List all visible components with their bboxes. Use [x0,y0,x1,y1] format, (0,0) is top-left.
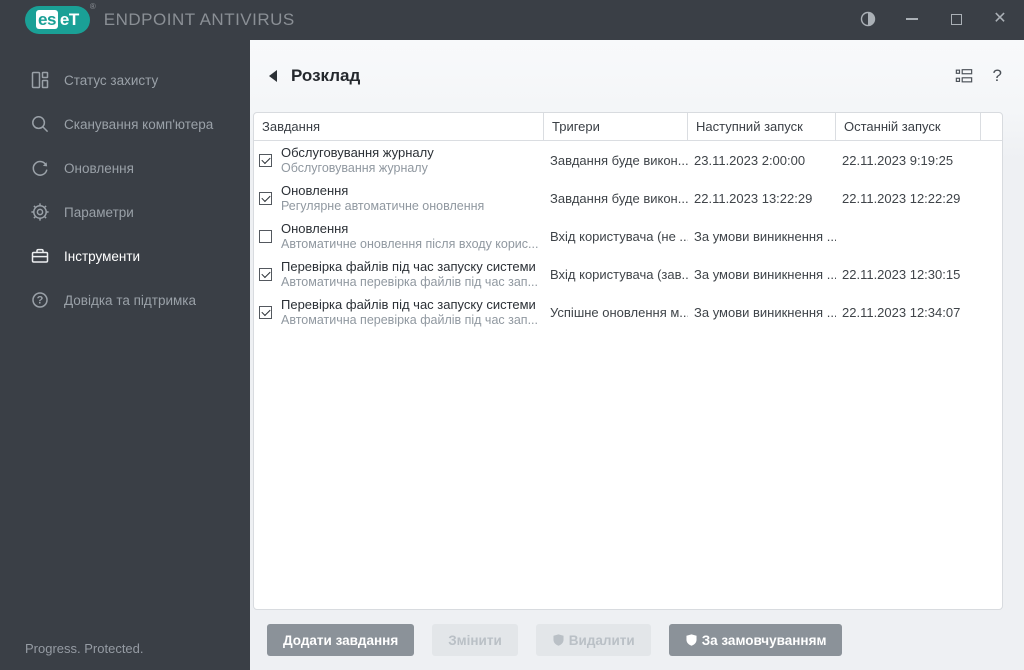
registered-mark: ® [89,2,96,11]
task-description: Обслуговування журналу [281,160,428,175]
task-last-run: 22.11.2023 12:22:29 [842,190,961,206]
task-next-run: За умови виникнення ... [694,266,836,282]
edit-button[interactable]: Змінити [432,624,518,656]
back-icon[interactable] [267,68,281,84]
task-trigger: Вхід користувача (зав... [550,266,688,282]
task-cell: Оновлення Регулярне автоматичне оновленн… [254,183,544,214]
edit-button-label: Змінити [448,632,502,648]
default-button[interactable]: За замовчуванням [668,624,843,656]
task-checkbox[interactable] [259,267,272,281]
close-icon[interactable]: ✕ [978,0,1022,38]
task-next-run: 23.11.2023 2:00:00 [694,152,806,168]
task-cell: Перевірка файлів під час запуску системи… [254,297,544,328]
column-header-next-run[interactable]: Наступний запуск [688,113,836,141]
task-name: Оновлення [281,182,349,198]
add-task-button[interactable]: Додати завдання [267,624,415,656]
task-next-run: За умови виникнення ... [694,228,836,244]
column-header-spacer [981,113,1002,141]
table-header: Завдання Тригери Наступний запуск Останн… [254,113,1002,141]
schedule-table: Завдання Тригери Наступний запуск Останн… [253,112,1003,610]
refresh-icon [30,158,50,178]
main-content: Розклад ? Завдання Тригери Наступний зап… [250,40,1024,670]
delete-button-label: Видалити [568,632,635,648]
shield-icon [552,633,565,647]
task-last-run: 22.11.2023 12:30:15 [842,266,961,282]
task-cell: Оновлення Автоматичне оновлення після вх… [254,221,544,252]
sidebar-item-protection-status[interactable]: Статус захисту [0,58,250,102]
task-trigger: Завдання буде викон... [550,152,688,168]
sidebar-item-label: Оновлення [64,160,134,176]
task-name: Перевірка файлів під час запуску системи [281,296,536,312]
help-circle-icon: ? [30,290,50,310]
product-title: ENDPOINT ANTIVIRUS [103,10,295,29]
window-controls: ✕ [846,0,1022,38]
column-header-last-run[interactable]: Останній запуск [836,113,981,141]
sidebar-item-help-support[interactable]: ? Довідка та підтримка [0,278,250,322]
brand-tagline: Progress. Protected. [25,641,144,656]
details-view-icon[interactable] [955,67,973,85]
task-last-run: 22.11.2023 9:19:25 [842,152,954,168]
toolbox-icon [30,246,50,266]
task-trigger: Завдання буде викон... [550,190,688,206]
task-description: Автоматична перевірка файлів під час зап… [281,274,538,289]
svg-text:?: ? [37,295,44,307]
table-row[interactable]: Перевірка файлів під час запуску системи… [254,293,1002,331]
help-icon[interactable]: ? [993,66,1002,86]
task-checkbox[interactable] [259,191,272,205]
action-button-bar: Додати завдання Змінити Видалити За замо… [250,610,1024,670]
sidebar: Статус захисту Сканування комп'ютера Оно… [0,40,250,670]
add-task-button-label: Додати завдання [283,632,399,648]
column-header-task[interactable]: Завдання [254,113,544,141]
task-description: Автоматична перевірка файлів під час зап… [281,312,538,327]
page-title: Розклад [291,66,361,85]
table-body: Обслуговування журналу Обслуговування жу… [254,141,1002,331]
delete-button[interactable]: Видалити [535,624,651,656]
task-description: Автоматичне оновлення після входу корис.… [281,236,539,251]
sidebar-item-label: Параметри [64,204,134,220]
sidebar-nav: Статус захисту Сканування комп'ютера Оно… [0,40,250,322]
task-name: Перевірка файлів під час запуску системи [281,258,536,274]
task-last-run: 22.11.2023 12:34:07 [842,304,961,320]
eset-logo: es eT ® [25,2,96,34]
task-checkbox[interactable] [259,229,272,243]
sidebar-item-update[interactable]: Оновлення [0,146,250,190]
maximize-icon[interactable] [934,0,978,38]
sidebar-item-computer-scan[interactable]: Сканування комп'ютера [0,102,250,146]
task-cell: Обслуговування журналу Обслуговування жу… [254,145,544,176]
task-trigger: Успішне оновлення м... [550,304,688,320]
task-checkbox[interactable] [259,305,272,319]
search-icon [30,114,50,134]
sidebar-item-tools[interactable]: Інструменти [0,234,250,278]
sidebar-item-label: Статус захисту [64,72,159,88]
table-row[interactable]: Оновлення Автоматичне оновлення після вх… [254,217,1002,255]
shield-icon [685,633,698,647]
logo-text-right: eT [59,10,79,29]
dashboard-icon [30,70,50,90]
logo-text-left: es [36,10,58,29]
sidebar-item-label: Довідка та підтримка [64,292,197,308]
task-name: Оновлення [281,220,349,236]
task-description: Регулярне автоматичне оновлення [281,198,485,213]
page-header: Розклад ? [250,40,1024,112]
minimize-icon[interactable] [890,0,934,38]
table-row[interactable]: Оновлення Регулярне автоматичне оновленн… [254,179,1002,217]
task-cell: Перевірка файлів під час запуску системи… [254,259,544,290]
sidebar-item-setup[interactable]: Параметри [0,190,250,234]
table-row[interactable]: Обслуговування журналу Обслуговування жу… [254,141,1002,179]
task-next-run: За умови виникнення ... [694,304,836,320]
task-name: Обслуговування журналу [281,144,434,160]
header-icons: ? [955,40,1002,112]
gear-icon [30,202,50,222]
sidebar-item-label: Інструменти [64,248,141,264]
sidebar-item-label: Сканування комп'ютера [64,116,214,132]
title-bar: es eT ® ENDPOINT ANTIVIRUS ✕ [0,0,1024,40]
task-checkbox[interactable] [259,153,272,167]
theme-toggle-icon[interactable] [846,0,890,38]
eset-logo-pill: es eT [25,6,90,34]
table-row[interactable]: Перевірка файлів під час запуску системи… [254,255,1002,293]
task-trigger: Вхід користувача (не ... [550,228,688,244]
column-header-triggers[interactable]: Тригери [544,113,688,141]
default-button-label: За замовчуванням [701,632,827,648]
task-next-run: 22.11.2023 13:22:29 [694,190,813,206]
